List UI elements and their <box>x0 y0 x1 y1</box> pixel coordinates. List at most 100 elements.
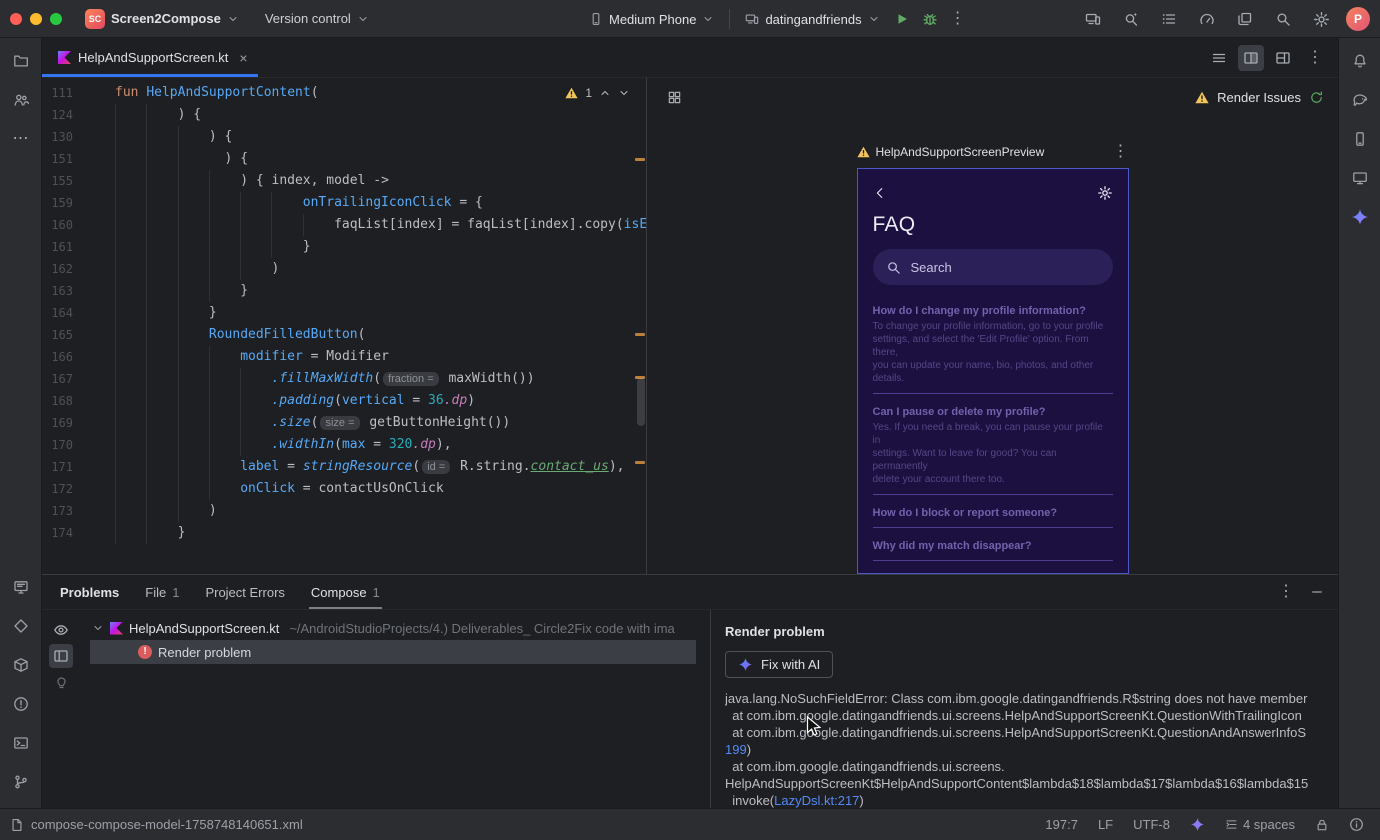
problems-tab-file[interactable]: File 1 <box>145 575 179 609</box>
problems-tab-compose[interactable]: Compose 1 <box>308 575 382 609</box>
device-manager-icon[interactable] <box>1347 126 1373 152</box>
gradle-icon[interactable] <box>1347 87 1373 113</box>
tab-helpandsupportscreen[interactable]: HelpAndSupportScreen.kt × <box>42 38 258 77</box>
editor-list-icon[interactable] <box>1206 45 1232 71</box>
more-tool-windows-icon[interactable]: ⋯ <box>8 126 34 152</box>
code-line[interactable]: 170 .widthIn(max = 320.dp), <box>42 434 646 456</box>
minimize-window-button[interactable] <box>30 12 42 25</box>
editor-scrollbar[interactable] <box>637 378 645 426</box>
code-text[interactable]: ) { <box>115 148 646 170</box>
code-text[interactable]: ) { index, model -> <box>115 170 646 192</box>
running-devices-icon[interactable] <box>1347 165 1373 191</box>
next-problem-icon[interactable] <box>618 87 630 99</box>
code-line[interactable]: 174} <box>42 522 646 544</box>
problems-stripe-icon[interactable] <box>8 691 34 717</box>
show-details-panel-icon[interactable] <box>49 644 73 668</box>
prev-problem-icon[interactable] <box>599 87 611 99</box>
info-circle-icon[interactable] <box>1349 817 1364 832</box>
code-text[interactable]: label = stringResource(id = R.string.con… <box>115 456 646 478</box>
code-line[interactable]: 171 label = stringResource(id = R.string.… <box>42 456 646 478</box>
profiler-icon[interactable] <box>1194 6 1220 32</box>
lock-icon[interactable] <box>1315 818 1329 832</box>
line-number[interactable]: 151 <box>42 148 115 170</box>
debug-button[interactable] <box>917 6 943 32</box>
code-text[interactable]: modifier = Modifier <box>115 346 646 368</box>
preview-problem-eye-icon[interactable] <box>49 618 73 642</box>
line-number[interactable]: 167 <box>42 368 115 390</box>
line-number[interactable]: 161 <box>42 236 115 258</box>
code-line[interactable]: 163} <box>42 280 646 302</box>
code-text[interactable]: } <box>115 302 646 324</box>
ai-search-icon[interactable] <box>1118 6 1144 32</box>
line-number[interactable]: 124 <box>42 104 115 126</box>
line-number[interactable]: 162 <box>42 258 115 280</box>
code-line[interactable]: 167 .fillMaxWidth(fraction = maxWidth()) <box>42 368 646 390</box>
code-line[interactable]: 169 .size(size = getButtonHeight()) <box>42 412 646 434</box>
layout-inspector-icon[interactable] <box>1232 6 1258 32</box>
logcat-icon[interactable] <box>8 574 34 600</box>
close-tab-icon[interactable]: × <box>239 50 247 66</box>
chevron-down-icon[interactable] <box>92 622 104 634</box>
code-line[interactable]: 159 onTrailingIconClick = { <box>42 192 646 214</box>
line-number[interactable]: 160 <box>42 214 115 236</box>
run-configuration-selector[interactable]: datingandfriends <box>738 8 886 31</box>
users-icon[interactable] <box>8 87 34 113</box>
ai-status-icon[interactable] <box>1190 817 1205 832</box>
tree-problem-row[interactable]: ! Render problem <box>90 640 696 664</box>
fix-with-ai-button[interactable]: Fix with AI <box>725 651 834 678</box>
fullscreen-window-button[interactable] <box>50 12 62 25</box>
problems-tab-project-errors[interactable]: Project Errors <box>205 575 284 609</box>
device-mirroring-icon[interactable] <box>1080 6 1106 32</box>
code-editor[interactable]: 111 fun HelpAndSupportContent(124) {130) … <box>42 78 647 574</box>
code-line[interactable]: 161} <box>42 236 646 258</box>
code-line[interactable]: 166 modifier = Modifier <box>42 346 646 368</box>
tree-file-row[interactable]: HelpAndSupportScreen.kt ~/AndroidStudioP… <box>80 616 710 640</box>
code-text[interactable]: } <box>115 522 646 544</box>
line-number[interactable]: 111 <box>42 82 115 104</box>
code-line[interactable]: 155) { index, model -> <box>42 170 646 192</box>
build-icon[interactable] <box>8 652 34 678</box>
task-list-icon[interactable] <box>1156 6 1182 32</box>
line-number[interactable]: 164 <box>42 302 115 324</box>
preview-phone-frame[interactable]: FAQ Search How do I change my profile in… <box>856 168 1129 574</box>
line-separator-widget[interactable]: LF <box>1098 817 1113 832</box>
hide-panel-icon[interactable] <box>1310 585 1324 599</box>
project-folder-icon[interactable] <box>8 48 34 74</box>
vcs-widget[interactable]: Version control <box>258 7 376 30</box>
code-line[interactable]: 130) { <box>42 126 646 148</box>
notifications-bell-icon[interactable] <box>1347 48 1373 74</box>
settings-gear-icon[interactable] <box>1308 6 1334 32</box>
panel-options-icon[interactable]: ⋮ <box>1278 584 1294 600</box>
line-number[interactable]: 169 <box>42 412 115 434</box>
code-line[interactable]: 162) <box>42 258 646 280</box>
code-text[interactable]: .padding(vertical = 36.dp) <box>115 390 646 412</box>
project-widget[interactable]: SC Screen2Compose <box>78 5 246 33</box>
search-icon[interactable] <box>1270 6 1296 32</box>
line-number[interactable]: 168 <box>42 390 115 412</box>
preview-options-icon[interactable]: ⋮ <box>1113 144 1129 160</box>
more-run-actions-button[interactable]: ⋮ <box>945 6 971 32</box>
code-text[interactable]: RoundedFilledButton( <box>115 324 646 346</box>
code-text[interactable]: onClick = contactUsOnClick <box>115 478 646 500</box>
code-text[interactable]: ) { <box>115 126 646 148</box>
gemini-icon[interactable] <box>1347 204 1373 230</box>
stack-trace-link[interactable]: 199 <box>725 742 747 757</box>
terminal-icon[interactable] <box>8 730 34 756</box>
code-line[interactable]: 168 .padding(vertical = 36.dp) <box>42 390 646 412</box>
preview-grid-layout-icon[interactable] <box>661 84 687 110</box>
line-number[interactable]: 163 <box>42 280 115 302</box>
code-text[interactable]: ) <box>115 258 646 280</box>
line-number[interactable]: 172 <box>42 478 115 500</box>
editor-layout-icon[interactable] <box>1270 45 1296 71</box>
stack-trace-link[interactable]: LazyDsl.kt:217 <box>774 793 859 808</box>
quick-fix-bulb-icon[interactable] <box>49 670 73 694</box>
code-line[interactable]: 172 onClick = contactUsOnClick <box>42 478 646 500</box>
app-insights-icon[interactable] <box>8 613 34 639</box>
code-text[interactable]: faqList[index] = faqList[index].copy(isE… <box>115 214 646 236</box>
code-line[interactable]: 165 RoundedFilledButton( <box>42 324 646 346</box>
split-editor-icon[interactable] <box>1238 44 1264 71</box>
line-number[interactable]: 171 <box>42 456 115 478</box>
run-button[interactable] <box>889 6 915 32</box>
code-text[interactable]: .fillMaxWidth(fraction = maxWidth()) <box>115 368 646 390</box>
line-number[interactable]: 174 <box>42 522 115 544</box>
